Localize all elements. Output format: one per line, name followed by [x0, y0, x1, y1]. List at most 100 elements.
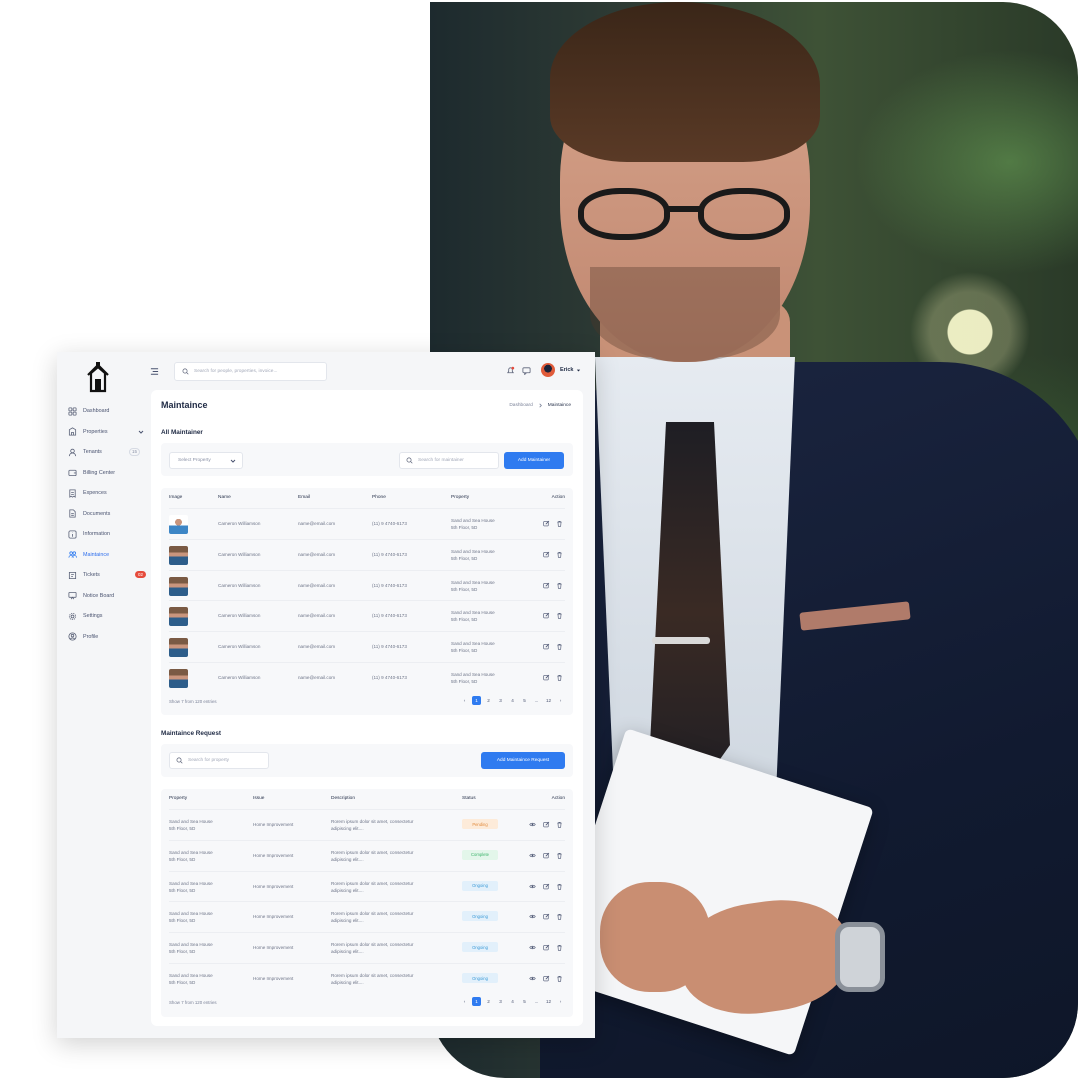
edit-icon[interactable] [543, 643, 550, 650]
page-button[interactable]: ... [532, 997, 541, 1006]
page-button[interactable]: 2 [484, 696, 493, 705]
sidebar-item-documents[interactable]: Documents [68, 504, 144, 525]
trash-icon[interactable] [556, 883, 563, 890]
sidebar-item-billing-center[interactable]: Billing Center [68, 463, 144, 484]
column-header: Property [451, 495, 470, 500]
edit-icon[interactable] [543, 551, 550, 558]
chevron-down-icon [230, 459, 236, 463]
page-button[interactable]: 3 [496, 696, 505, 705]
trash-icon[interactable] [556, 975, 563, 982]
sidebar-item-label: Profile [83, 633, 99, 640]
trash-icon[interactable] [556, 582, 563, 589]
sidebar-item-label: Documents [83, 510, 111, 517]
next-page-icon[interactable]: › [556, 997, 565, 1006]
sidebar-item-tenants[interactable]: Tenants 15 [68, 442, 144, 463]
table-row: Sand and Sea House 5th Floor, 5D Home Impr… [169, 963, 565, 994]
edit-icon[interactable] [543, 944, 550, 951]
request-property: Sand and Sea House 5th Floor, 5D [169, 972, 213, 986]
edit-icon[interactable] [543, 883, 550, 890]
page-button[interactable]: 1 [472, 997, 481, 1006]
menu-toggle-icon[interactable] [150, 367, 159, 376]
hair [550, 2, 820, 162]
global-search-input[interactable]: Search for people, properties, invoice..… [174, 362, 327, 381]
view-icon[interactable] [529, 852, 536, 859]
view-icon[interactable] [529, 975, 536, 982]
description-line: adipiscing elit.... [331, 856, 364, 862]
edit-icon[interactable] [543, 612, 550, 619]
view-icon[interactable] [529, 944, 536, 951]
property-address: 5th Floor, 5D [169, 980, 196, 985]
property-address: 5th Floor, 5D [169, 887, 196, 893]
page-button[interactable]: 12 [544, 696, 553, 705]
page-button[interactable]: 5 [520, 997, 529, 1006]
edit-icon[interactable] [543, 852, 550, 859]
sidebar-item-information[interactable]: Information [68, 524, 144, 545]
property-name: Sand and Sea House [451, 641, 495, 647]
property-address: 5th Floor, 5D [169, 826, 196, 831]
edit-icon[interactable] [543, 975, 550, 982]
request-description: Rorem ipsum dolor sit amet, consectetur a… [331, 972, 413, 986]
edit-icon[interactable] [543, 821, 550, 828]
chevron-down-icon[interactable] [138, 429, 144, 435]
maintainer-email: name@email.com [298, 582, 336, 588]
edit-icon[interactable] [543, 913, 550, 920]
message-icon[interactable] [522, 366, 531, 375]
trash-icon[interactable] [556, 821, 563, 828]
page-button[interactable]: 5 [520, 696, 529, 705]
property-search-input[interactable]: Search for property [169, 752, 269, 769]
request-filter-bar: Search for property Add Maintaince Reque… [161, 744, 573, 777]
wallet-icon [68, 470, 77, 477]
sidebar-item-tickets[interactable]: Tickets 02 [68, 565, 146, 586]
trash-icon[interactable] [556, 551, 563, 558]
page-button[interactable]: 3 [496, 997, 505, 1006]
caret-down-icon [577, 369, 581, 371]
add-maintainer-button[interactable]: Add Maintainer [504, 452, 564, 469]
sidebar-item-expences[interactable]: Expences [68, 483, 144, 504]
trash-icon[interactable] [556, 852, 563, 859]
trash-icon[interactable] [556, 913, 563, 921]
add-maintaince-request-button[interactable]: Add Maintaince Request [481, 752, 565, 769]
edit-icon[interactable] [543, 520, 550, 527]
page-button[interactable]: 12 [544, 997, 553, 1006]
sidebar-item-notice-board[interactable]: Notice Board [68, 586, 144, 607]
page-button[interactable]: 4 [508, 997, 517, 1006]
page-button[interactable]: 2 [484, 997, 493, 1006]
property-address: 5th Floor, 5D [169, 918, 196, 924]
trash-icon[interactable] [556, 612, 563, 620]
maintainer-property: Sand and Sea House 5th Floor, 5D [451, 517, 495, 531]
page-button[interactable]: ... [532, 696, 541, 705]
prev-page-icon[interactable]: ‹ [460, 696, 469, 705]
trash-icon[interactable] [556, 643, 563, 650]
prev-page-icon[interactable]: ‹ [460, 997, 469, 1006]
request-description: Rorem ipsum dolor sit amet, consectetur a… [331, 849, 413, 863]
sidebar-item-properties[interactable]: Properties [68, 422, 144, 443]
notification-icon[interactable] [506, 366, 515, 375]
sidebar-item-profile[interactable]: Profile [68, 627, 144, 648]
trash-icon[interactable] [556, 674, 563, 681]
view-icon[interactable] [529, 883, 536, 890]
property-select[interactable]: Select Property [169, 452, 243, 469]
request-description: Rorem ipsum dolor sit amet, consectetur a… [331, 941, 413, 955]
edit-icon[interactable] [543, 674, 550, 681]
property-name: Sand and Sea House [169, 911, 213, 917]
profile-icon [68, 632, 77, 641]
user-menu[interactable]: Erick [541, 363, 581, 377]
tie-bar [652, 637, 710, 644]
next-page-icon[interactable]: › [556, 696, 565, 705]
maintainer-search-input[interactable]: Search for maintainer [399, 452, 499, 469]
sidebar-item-label: Tenants [83, 449, 102, 456]
breadcrumb-dashboard[interactable]: Dashboard [509, 403, 532, 408]
edit-icon[interactable] [543, 582, 550, 589]
request-issue: Home Improvement [253, 883, 294, 889]
logo-icon[interactable] [85, 361, 111, 393]
page-button[interactable]: 1 [472, 696, 481, 705]
view-icon[interactable] [529, 821, 536, 828]
trash-icon[interactable] [556, 520, 563, 527]
page-button[interactable]: 4 [508, 696, 517, 705]
search-placeholder: Search for property [188, 758, 230, 763]
view-icon[interactable] [529, 913, 536, 920]
sidebar-item-dashboard[interactable]: Dashboard [68, 401, 144, 422]
sidebar-item-maintaince[interactable]: Maintaince [68, 545, 144, 566]
sidebar-item-settings[interactable]: Settings [68, 606, 144, 627]
trash-icon[interactable] [556, 944, 563, 951]
